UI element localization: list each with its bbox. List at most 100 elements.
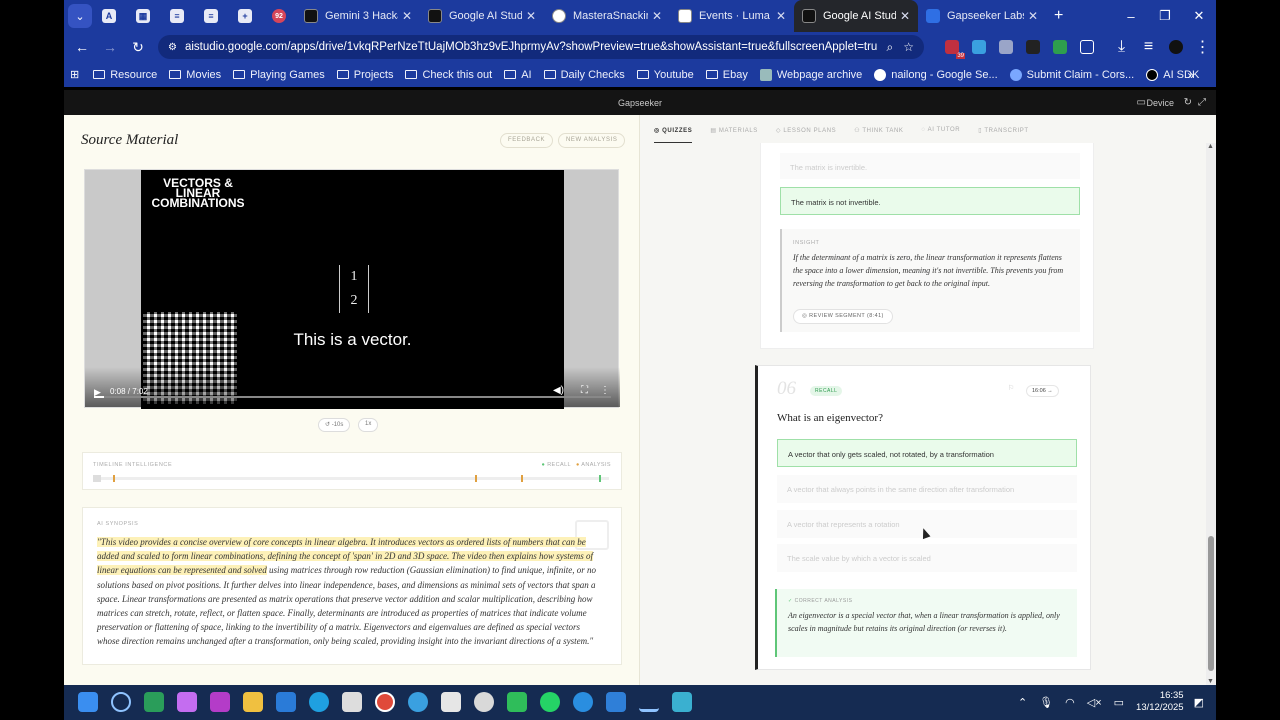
tab-lesson-plans[interactable]: ◇ LESSON PLANS xyxy=(776,115,836,143)
timeline-marker[interactable] xyxy=(521,475,523,482)
store-icon[interactable] xyxy=(342,692,362,712)
extension-button[interactable]: 39 xyxy=(938,35,965,59)
feedback-button[interactable]: FEEDBACK xyxy=(500,133,554,148)
extension-button[interactable] xyxy=(965,35,992,59)
rewind-button[interactable]: ↺ -10s xyxy=(318,418,351,432)
wechat-icon[interactable] xyxy=(507,692,527,712)
whatsapp-icon[interactable] xyxy=(540,692,560,712)
video-player[interactable]: VECTORS & LINEAR COMBINATIONS 1 2 This i… xyxy=(84,169,620,409)
video-more-icon[interactable]: ⋮ xyxy=(600,385,610,396)
copilot-icon[interactable] xyxy=(177,692,197,712)
apps-grid-icon[interactable]: ⊞ xyxy=(70,68,79,81)
tab-gapseeker-labs[interactable]: Gapseeker Labs - ✕ xyxy=(918,0,1046,32)
tab-events-luma[interactable]: Events · Luma ✕ xyxy=(670,0,794,32)
bookmark-webpage-archive[interactable]: Webpage archive xyxy=(759,68,862,81)
quiz-option-correct[interactable]: A vector that only gets scaled, not rota… xyxy=(777,439,1077,467)
timeline-marker[interactable] xyxy=(113,475,115,482)
minimize-button[interactable]: – xyxy=(1114,0,1148,32)
site-info-icon[interactable]: ⚙ xyxy=(168,42,177,53)
clock[interactable]: 16:35 13/12/2025 xyxy=(1136,690,1184,714)
flag-icon[interactable]: ⚐ xyxy=(1008,384,1014,392)
bookmark-ai[interactable]: AI xyxy=(504,69,532,81)
video-seek-bar[interactable] xyxy=(94,396,611,398)
pinned-tab-4[interactable]: ≡ xyxy=(194,0,228,32)
more-menu-button[interactable]: ⋮ xyxy=(1189,35,1216,59)
pinned-tab-5[interactable]: + xyxy=(228,0,262,32)
bookmark-youtube[interactable]: Youtube xyxy=(636,69,694,81)
bookmark-projects[interactable]: Projects xyxy=(336,69,393,81)
battery-icon[interactable]: ▭ xyxy=(1114,696,1124,709)
close-icon[interactable]: ✕ xyxy=(776,9,786,23)
refresh-icon[interactable]: ↻ xyxy=(1184,97,1192,108)
quiz-option[interactable]: The matrix is invertible. xyxy=(780,153,1080,179)
device-button[interactable]: Device xyxy=(1146,98,1174,108)
bookmark-ebay[interactable]: Ebay xyxy=(705,69,748,81)
microphone-icon[interactable]: 🎙 xyxy=(1039,696,1053,709)
fullscreen-icon[interactable]: ⛶ xyxy=(581,385,588,396)
extension-button[interactable] xyxy=(1046,35,1073,59)
zoom-icon[interactable]: ⌕ xyxy=(887,40,894,55)
quiz-option[interactable]: The scale value by which a vector is sca… xyxy=(777,544,1077,572)
forward-button[interactable]: → xyxy=(96,39,124,55)
new-tab-button[interactable]: + xyxy=(1054,7,1063,25)
scrollbar-thumb[interactable] xyxy=(1208,536,1214,671)
scroll-down-icon[interactable]: ▼ xyxy=(1207,678,1214,685)
notepad-icon[interactable] xyxy=(672,692,692,712)
chrome-icon[interactable] xyxy=(375,692,395,712)
close-icon[interactable]: ✕ xyxy=(1028,9,1038,23)
tab-think-tank[interactable]: ⚇ THINK TANK xyxy=(854,115,903,143)
search-icon[interactable] xyxy=(111,692,131,712)
app-icon[interactable] xyxy=(210,692,230,712)
tab-quizzes[interactable]: ◎ QUIZZES xyxy=(654,115,693,143)
tray-overflow-icon[interactable]: ⌃ xyxy=(1018,696,1027,709)
close-icon[interactable]: ✕ xyxy=(652,9,662,23)
close-icon[interactable]: ✕ xyxy=(402,9,412,23)
file-explorer-icon[interactable] xyxy=(243,692,263,712)
tab-google-ai-studio[interactable]: Google AI Studio ✕ xyxy=(420,0,544,32)
bookmark-resource[interactable]: Resource xyxy=(93,69,157,81)
reload-button[interactable]: ↻ xyxy=(124,39,152,56)
media-button[interactable]: ≡ xyxy=(1135,35,1162,59)
bookmark-daily-checks[interactable]: Daily Checks xyxy=(543,69,625,81)
tab-search-button[interactable]: ⌄ xyxy=(68,4,92,28)
close-icon[interactable]: ✕ xyxy=(526,9,536,23)
close-icon[interactable]: ✕ xyxy=(900,9,910,23)
bookmark-star-icon[interactable]: ☆ xyxy=(903,40,914,54)
bookmark-playing-games[interactable]: Playing Games xyxy=(233,69,325,81)
volume-icon[interactable]: ◁× xyxy=(1087,696,1102,709)
start-icon[interactable] xyxy=(78,692,98,712)
downloads-button[interactable]: ⤓ xyxy=(1108,35,1135,59)
tab-ai-tutor[interactable]: ◌ AI TUTOR xyxy=(922,115,961,143)
tab-google-ai-studio-active[interactable]: Google AI Studio ✕ xyxy=(794,0,918,32)
vscode-icon[interactable] xyxy=(606,692,626,712)
wifi-icon[interactable]: ◠ xyxy=(1065,696,1075,709)
profile-button[interactable] xyxy=(1162,35,1189,59)
bookmark-movies[interactable]: Movies xyxy=(169,69,221,81)
review-segment-button[interactable]: ◎ REVIEW SEGMENT (8:41) xyxy=(793,309,893,324)
timeline-marker[interactable] xyxy=(93,475,101,482)
edge-icon[interactable] xyxy=(309,692,329,712)
new-analysis-button[interactable]: NEW ANALYSIS xyxy=(558,133,626,148)
quiz-option[interactable]: A vector that always points in the same … xyxy=(777,475,1077,503)
close-window-button[interactable]: ✕ xyxy=(1182,0,1216,32)
pinned-tab-1[interactable]: A xyxy=(92,0,126,32)
fullscreen-icon[interactable]: ⤢ xyxy=(1198,97,1206,108)
timestamp-button[interactable]: 16:06 → xyxy=(1026,385,1059,397)
pinned-tab-6[interactable]: 92 xyxy=(262,0,296,32)
tab-gemini-hackathon[interactable]: Gemini 3 Hackathon ✕ xyxy=(296,0,420,32)
app-icon[interactable] xyxy=(573,692,593,712)
tab-materials[interactable]: ▤ MATERIALS xyxy=(710,115,758,143)
scroll-up-icon[interactable]: ▲ xyxy=(1207,143,1214,150)
trello-icon[interactable] xyxy=(276,692,296,712)
bookmark-nailong[interactable]: nailong - Google Se... xyxy=(874,68,998,81)
pinned-tab-2[interactable]: ▦ xyxy=(126,0,160,32)
timeline-marker[interactable] xyxy=(475,475,477,482)
scrollbar[interactable]: ▲ ▼ xyxy=(1206,143,1216,685)
tab-transcript[interactable]: ▯ TRANSCRIPT xyxy=(978,115,1028,143)
timeline-marker[interactable] xyxy=(599,475,601,482)
app-icon[interactable] xyxy=(441,692,461,712)
timeline-track[interactable] xyxy=(93,475,609,482)
app-icon[interactable] xyxy=(474,692,494,712)
quiz-option-correct[interactable]: The matrix is not invertible. xyxy=(780,187,1080,215)
bookmark-submit-claim[interactable]: Submit Claim - Cors... xyxy=(1009,68,1134,81)
